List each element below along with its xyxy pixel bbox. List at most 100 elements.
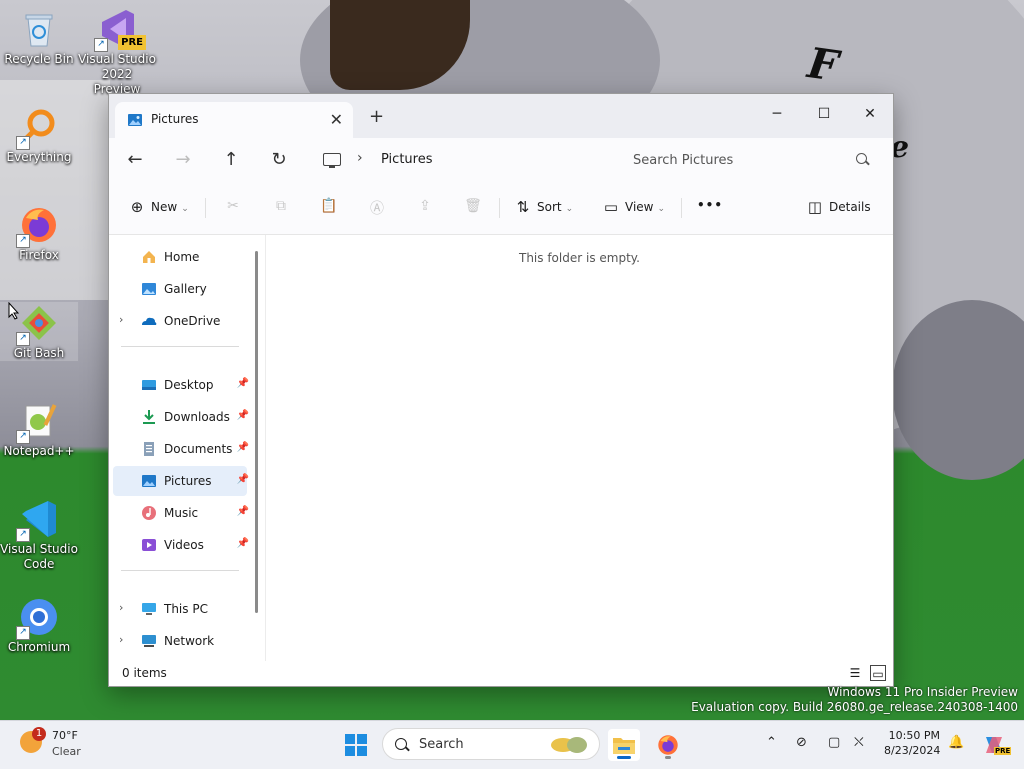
pin-icon[interactable]: 📌 — [237, 410, 249, 421]
nav-label: Gallery — [164, 282, 207, 296]
taskbar: 1 70°F Clear Search ⌃ ⊘ ▢ ⛌ 10:50 PM 8/2… — [0, 720, 1024, 769]
desktop-icon-label: Code — [23, 557, 55, 571]
nav-item-pictures[interactable]: Pictures 📌 — [113, 466, 249, 496]
pin-icon[interactable]: 📌 — [237, 474, 249, 485]
vscode-icon: ↗ — [16, 498, 60, 542]
up-button[interactable]: ↑ — [221, 150, 241, 170]
nav-item-documents[interactable]: Documents 📌 — [113, 434, 249, 464]
desktop-icon-label: Everything — [6, 150, 72, 164]
rename-icon[interactable]: Ⓐ — [367, 198, 387, 218]
search-icon — [395, 738, 407, 750]
minimize-button[interactable]: ─ — [754, 100, 800, 128]
view-button[interactable]: ▭ View ⌄ — [603, 198, 665, 216]
taskbar-search-box[interactable]: Search — [382, 728, 600, 760]
volume-muted-icon[interactable]: ⛌ — [854, 735, 864, 750]
chevron-right-icon[interactable]: › — [119, 601, 123, 614]
clock-time: 10:50 PM — [888, 729, 940, 742]
chevron-down-icon: ⌄ — [565, 204, 574, 214]
chevron-right-icon[interactable]: › — [357, 150, 363, 166]
nav-label: Network — [164, 634, 215, 648]
notification-bell-icon[interactable]: 🔔 — [948, 735, 964, 750]
file-list-area[interactable]: This folder is empty. — [266, 235, 893, 661]
nav-item-videos[interactable]: Videos 📌 — [113, 530, 249, 560]
tab-pictures[interactable]: Pictures ✕ — [115, 102, 353, 138]
details-view-icon[interactable]: ☰ — [847, 665, 863, 681]
item-count: 0 items — [122, 666, 167, 680]
desktop-icon-chromium[interactable]: ↗ Chromium — [0, 596, 78, 655]
nav-item-this-pc[interactable]: › This PC — [113, 594, 247, 624]
large-icons-view-icon[interactable]: ▭ — [870, 665, 886, 681]
desktop-icon-firefox[interactable]: ↗ Firefox — [0, 204, 78, 263]
network-disconnected-icon[interactable]: ⊘ — [796, 735, 807, 750]
breadcrumb-pictures[interactable]: Pictures — [381, 152, 432, 167]
pin-icon[interactable]: 📌 — [237, 442, 249, 453]
open-app-indicator — [665, 756, 671, 759]
forward-button[interactable]: → — [173, 150, 193, 170]
nav-item-music[interactable]: Music 📌 — [113, 498, 249, 528]
tab-close-icon[interactable]: ✕ — [330, 110, 343, 129]
chevron-right-icon[interactable]: › — [119, 313, 123, 326]
notepad-plus-plus-icon: ↗ — [16, 400, 60, 444]
desktop-icon-notepad-plus-plus[interactable]: ↗ Notepad++ — [0, 400, 78, 459]
search-box[interactable]: Search Pictures — [617, 143, 879, 177]
notification-badge: 1 — [32, 727, 46, 741]
desktop-icon-everything[interactable]: ↗ Everything — [0, 106, 78, 165]
title-bar[interactable]: Pictures ✕ + ─ ☐ ✕ — [109, 94, 893, 138]
navigation-pane-scrollbar[interactable] — [255, 251, 258, 613]
nav-item-gallery[interactable]: Gallery — [113, 274, 247, 304]
nav-item-onedrive[interactable]: › OneDrive — [113, 306, 247, 336]
address-bar[interactable]: › Pictures — [315, 143, 607, 177]
delete-icon[interactable]: 🗑 — [463, 198, 483, 218]
share-icon[interactable]: ⇪ — [415, 198, 435, 218]
firefox-icon: ↗ — [16, 204, 60, 248]
nav-item-downloads[interactable]: Downloads 📌 — [113, 402, 249, 432]
details-pane-icon: ◫ — [807, 198, 823, 216]
nav-item-network[interactable]: › Network — [113, 626, 247, 656]
more-options-button[interactable]: ••• — [697, 198, 723, 212]
new-button[interactable]: ⊕ New ⌄ — [129, 198, 189, 216]
system-clock[interactable]: 10:50 PM 8/23/2024 — [884, 728, 940, 758]
desktop-icon-label: Visual Studio — [0, 542, 78, 556]
back-button[interactable]: ← — [125, 150, 145, 170]
downloads-icon — [143, 410, 155, 424]
details-label: Details — [829, 200, 871, 214]
pin-icon[interactable]: 📌 — [237, 506, 249, 517]
desktop-icon-recycle-bin[interactable]: Recycle Bin — [0, 8, 78, 67]
cut-icon[interactable]: ✂ — [223, 198, 243, 218]
close-button[interactable]: ✕ — [847, 100, 893, 128]
chevron-down-icon: ⌄ — [181, 204, 189, 214]
empty-folder-message: This folder is empty. — [519, 251, 640, 265]
desktop-icon-label: Recycle Bin — [4, 52, 74, 66]
pin-icon[interactable]: 📌 — [237, 378, 249, 389]
copilot-button[interactable]: PRE — [980, 729, 1012, 761]
details-button[interactable]: ◫ Details — [807, 198, 871, 216]
pin-icon[interactable]: 📌 — [237, 538, 249, 549]
this-pc-icon — [323, 153, 341, 168]
desktop-icon-visual-studio-code[interactable]: ↗ Visual Studio Code — [0, 498, 78, 572]
chevron-right-icon[interactable]: › — [119, 633, 123, 646]
nav-item-desktop[interactable]: Desktop 📌 — [113, 370, 249, 400]
shortcut-arrow-icon: ↗ — [94, 38, 108, 52]
weather-temperature: 70°F — [52, 729, 78, 742]
maximize-button[interactable]: ☐ — [801, 100, 847, 128]
taskbar-firefox[interactable] — [652, 729, 684, 761]
file-explorer-window: Pictures ✕ + ─ ☐ ✕ ← → ↑ ↻ › Pictures Se… — [108, 93, 894, 687]
start-button[interactable] — [340, 729, 372, 761]
divider — [205, 198, 206, 218]
refresh-button[interactable]: ↻ — [269, 150, 289, 170]
search-highlight-icon — [551, 737, 587, 753]
sort-button[interactable]: ⇅ Sort ⌄ — [515, 198, 573, 216]
new-label: New — [151, 200, 178, 214]
taskbar-file-explorer[interactable] — [608, 729, 640, 761]
divider — [499, 198, 500, 218]
shortcut-arrow-icon: ↗ — [16, 234, 30, 248]
nav-item-home[interactable]: Home — [113, 242, 247, 272]
paste-icon[interactable]: 📋 — [319, 198, 339, 218]
new-tab-button[interactable]: + — [369, 106, 384, 127]
copy-icon[interactable]: ⧉ — [271, 198, 291, 218]
desktop-icon-visual-studio-2022-preview[interactable]: PRE ↗ Visual Studio 2022 Preview — [78, 8, 156, 97]
divider — [121, 346, 239, 347]
shortcut-arrow-icon: ↗ — [16, 332, 30, 346]
display-icon[interactable]: ▢ — [828, 735, 840, 750]
show-hidden-icons-chevron-icon[interactable]: ⌃ — [766, 735, 777, 750]
